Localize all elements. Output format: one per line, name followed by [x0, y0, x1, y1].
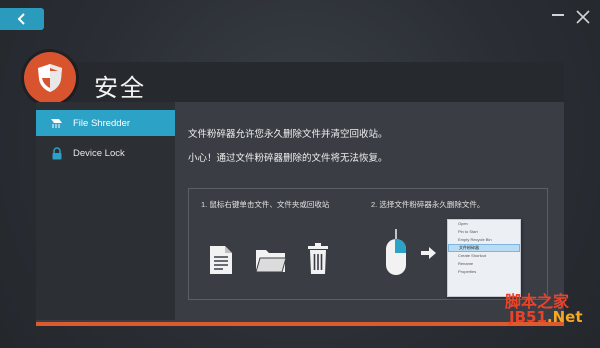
menu-item[interactable]: Rename: [448, 260, 520, 268]
shield-badge: [24, 52, 76, 104]
menu-item-file-shredder[interactable]: 文件粉碎器: [448, 244, 520, 252]
minimize-icon[interactable]: [552, 14, 564, 16]
instructions-box: 1. 鼠标右键单击文件、文件夹或回收站 2. 选择文件粉碎器永久删除文件。 Op…: [188, 188, 548, 300]
description-text: 文件粉碎器允许您永久删除文件并清空回收站。: [188, 129, 388, 140]
sidebar-item-label: File Shredder: [73, 117, 131, 129]
recycle-bin-icon: [308, 243, 328, 274]
sidebar-item-file-shredder[interactable]: File Shredder: [36, 110, 175, 136]
mouse-icon: [386, 229, 406, 275]
watermark-suffix: .Net: [546, 308, 583, 326]
chevron-left-icon: [17, 13, 25, 25]
arrow-right-icon: [421, 247, 436, 259]
menu-item[interactable]: Open: [448, 220, 520, 228]
shield-icon: [38, 64, 62, 92]
step-2-label: 2. 选择文件粉碎器永久删除文件。: [371, 200, 485, 209]
site-watermark: 脚本之家 JB51.Net: [495, 288, 595, 332]
sidebar: File Shredder Device Lock: [36, 102, 175, 320]
back-button[interactable]: [0, 8, 44, 30]
menu-item[interactable]: Properties: [448, 268, 520, 276]
watermark-line2: JB51: [509, 308, 547, 326]
sidebar-item-device-lock[interactable]: Device Lock: [36, 140, 175, 166]
sidebar-item-label: Device Lock: [73, 147, 125, 159]
menu-item[interactable]: Create Shortcut: [448, 252, 520, 260]
security-panel: 安全 File Shredder Device Lock 文件粉碎器允许您永久删…: [24, 52, 564, 326]
accent-bar: [36, 322, 564, 326]
page-title: 安全: [94, 74, 146, 102]
menu-item[interactable]: Empty Recycle Bin: [448, 236, 520, 244]
lock-icon: [50, 146, 64, 160]
close-icon[interactable]: [576, 10, 590, 24]
shredder-icon: [50, 116, 64, 130]
menu-item[interactable]: Pin to Start: [448, 228, 520, 236]
warning-text: 小心！通过文件粉碎器删除的文件将无法恢复。: [188, 153, 388, 164]
step-1-label: 1. 鼠标右键单击文件、文件夹或回收站: [201, 200, 330, 209]
panel-header: 安全: [24, 52, 564, 104]
document-icon: [210, 246, 232, 274]
context-menu: Open Pin to Start Empty Recycle Bin 文件粉碎…: [447, 219, 521, 297]
folder-icon: [255, 250, 287, 273]
